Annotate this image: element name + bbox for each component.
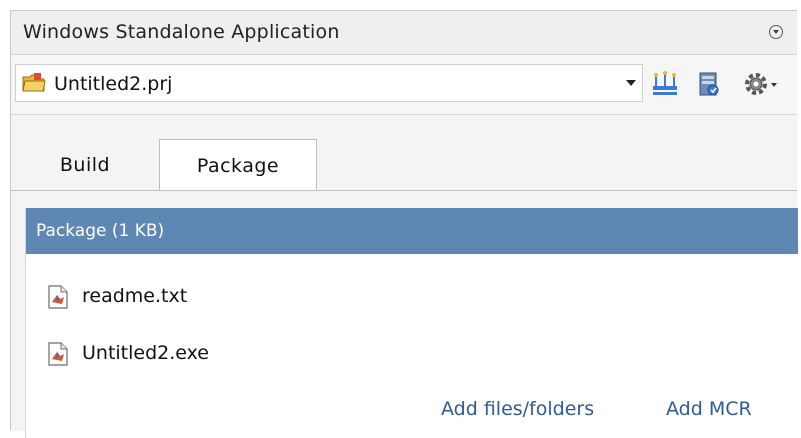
project-select[interactable]: Untitled2.prj [15, 64, 643, 102]
project-toolbar: Untitled2.prj [11, 55, 797, 115]
file-name: readme.txt [82, 285, 188, 307]
tab-package[interactable]: Package [159, 139, 317, 192]
chevron-down-icon[interactable] [626, 80, 636, 86]
package-header: Package (1 KB) [26, 208, 798, 254]
window-title: Windows Standalone Application [23, 21, 340, 43]
tab-build[interactable]: Build [11, 139, 159, 191]
add-files-folders-link[interactable]: Add files/folders [441, 398, 594, 420]
collapse-icon[interactable] [769, 25, 783, 39]
file-name: Untitled2.exe [82, 342, 209, 364]
file-icon [48, 285, 68, 309]
package-content: Package (1 KB) readme.txt Untitled2.exe … [11, 191, 798, 438]
folder-icon [22, 73, 46, 92]
list-item[interactable]: Untitled2.exe [26, 334, 798, 374]
add-mcr-link[interactable]: Add MCR [666, 398, 752, 420]
tab-bar: Build Package [11, 139, 797, 192]
package-icon[interactable] [651, 70, 679, 98]
package-panel: Package (1 KB) readme.txt Untitled2.exe … [25, 208, 798, 438]
deployment-tool-panel: Windows Standalone Application Untitled2… [10, 10, 798, 438]
mcr-icon[interactable] [695, 70, 723, 98]
project-name: Untitled2.prj [54, 73, 173, 95]
gear-icon[interactable] [743, 70, 779, 98]
file-icon [48, 342, 68, 366]
list-item[interactable]: readme.txt [26, 277, 798, 317]
title-bar: Windows Standalone Application [11, 11, 797, 55]
